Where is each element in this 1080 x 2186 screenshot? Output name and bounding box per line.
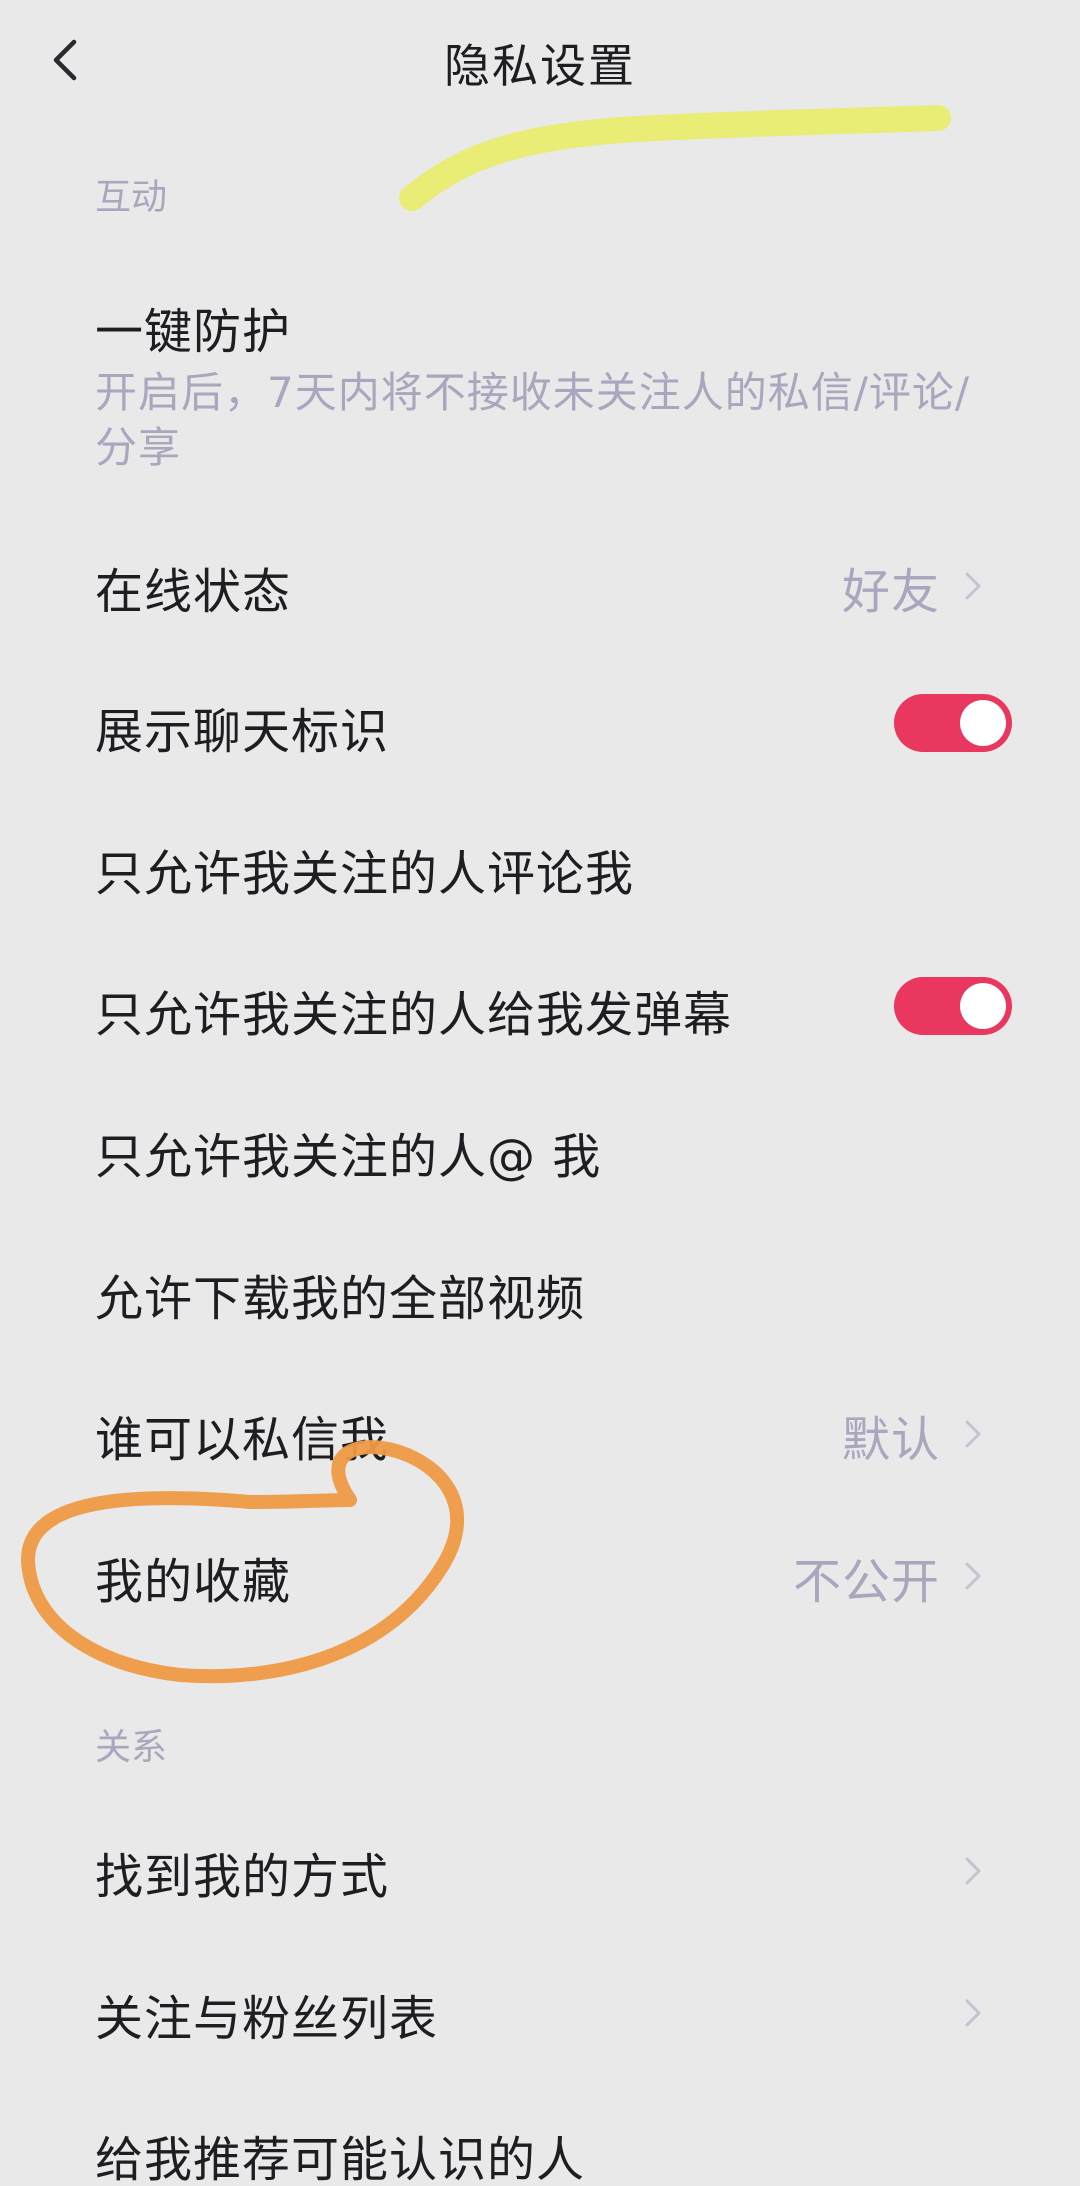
follow-fans-list-row[interactable]: 关注与粉丝列表 <box>0 1967 1080 2057</box>
find-me-row[interactable]: 找到我的方式 <box>0 1825 1080 1915</box>
nav-bar: 隐私设置 <box>0 0 1080 118</box>
chevron-right-icon <box>961 1416 985 1452</box>
chevron-right-icon <box>961 1558 985 1594</box>
only-followed-comment-label: 只允许我关注的人评论我 <box>95 846 635 902</box>
chevron-right-icon <box>961 1995 985 2031</box>
yellow-highlight-stroke <box>399 105 951 211</box>
allow-download-label: 允许下载我的全部视频 <box>95 1271 586 1327</box>
my-favorites-label: 我的收藏 <box>95 1554 292 1610</box>
show-chat-badge-toggle[interactable] <box>894 694 1012 752</box>
one-key-protect-label: 一键防护 <box>95 304 292 360</box>
toggle-knob <box>960 700 1006 746</box>
chevron-right-icon <box>961 568 985 604</box>
show-chat-badge-label: 展示聊天标识 <box>95 704 390 760</box>
recommend-people-row[interactable]: 给我推荐可能认识的人 <box>0 2108 1080 2186</box>
only-followed-danmaku-toggle[interactable] <box>894 977 1012 1035</box>
only-followed-danmaku-row: 只允许我关注的人给我发弹幕 <box>0 963 1080 1053</box>
show-chat-badge-row: 展示聊天标识 <box>0 680 1080 770</box>
only-followed-comment-row[interactable]: 只允许我关注的人评论我 <box>0 822 1080 912</box>
who-can-message-label: 谁可以私信我 <box>95 1412 390 1468</box>
my-favorites-row[interactable]: 我的收藏 不公开 <box>0 1530 1080 1620</box>
online-status-row[interactable]: 在线状态 好友 <box>0 540 1080 630</box>
one-key-protect-row[interactable]: 一键防护 开启后，7天内将不接收未关注人的私信/评论/分享 <box>0 280 1080 480</box>
find-me-label: 找到我的方式 <box>95 1849 390 1905</box>
who-can-message-value: 默认 <box>841 1412 940 1468</box>
only-followed-danmaku-label: 只允许我关注的人给我发弹幕 <box>95 987 733 1043</box>
section-header-relationship: 关系 <box>95 1727 168 1768</box>
follow-fans-list-label: 关注与粉丝列表 <box>95 1991 439 2047</box>
who-can-message-row[interactable]: 谁可以私信我 默认 <box>0 1388 1080 1478</box>
online-status-label: 在线状态 <box>95 564 292 620</box>
one-key-protect-description: 开启后，7天内将不接收未关注人的私信/评论/分享 <box>95 368 971 472</box>
only-followed-mention-label: 只允许我关注的人@ 我 <box>95 1129 602 1185</box>
my-favorites-value: 不公开 <box>792 1554 940 1610</box>
page-title: 隐私设置 <box>444 39 636 93</box>
chevron-right-icon <box>961 1853 985 1889</box>
allow-download-row[interactable]: 允许下载我的全部视频 <box>0 1247 1080 1337</box>
only-followed-mention-row[interactable]: 只允许我关注的人@ 我 <box>0 1105 1080 1195</box>
online-status-value: 好友 <box>841 564 940 620</box>
recommend-people-label: 给我推荐可能认识的人 <box>95 2132 586 2186</box>
section-header-interaction: 互动 <box>95 177 168 218</box>
toggle-knob <box>960 983 1006 1029</box>
